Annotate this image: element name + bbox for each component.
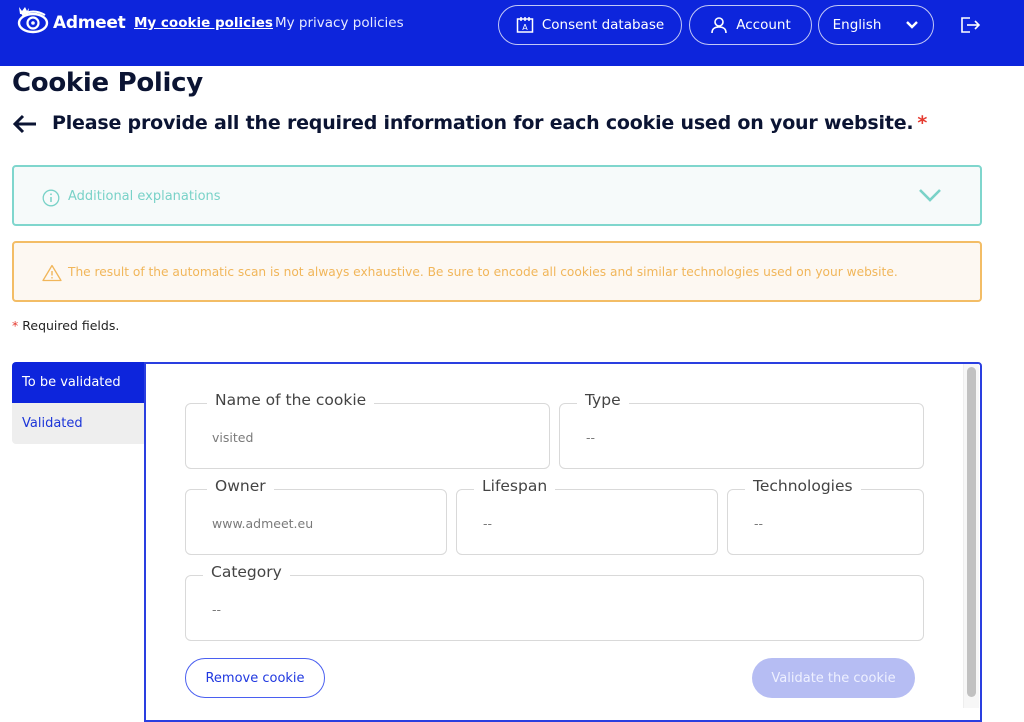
cookie-category-field[interactable]: Category --	[185, 563, 924, 641]
required-fields-text: Required fields.	[22, 318, 120, 333]
field-value: visited	[212, 430, 254, 445]
scan-warning-text: The result of the automatic scan is not …	[68, 265, 898, 279]
calendar-icon: A	[516, 17, 534, 33]
required-marker: *	[12, 318, 19, 333]
required-marker: *	[917, 112, 928, 134]
field-label: Category	[203, 563, 290, 581]
field-label: Owner	[207, 477, 274, 495]
field-value: --	[212, 602, 222, 617]
chevron-down-icon[interactable]	[917, 185, 943, 205]
scan-warning-alert: The result of the automatic scan is not …	[12, 241, 982, 302]
subtitle-text: Please provide all the required informat…	[52, 112, 914, 134]
required-fields-note: * Required fields.	[12, 318, 119, 333]
brand-logo[interactable]: Admeet	[16, 4, 126, 34]
warning-icon	[42, 264, 62, 282]
cookie-owner-field[interactable]: Owner www.admeet.eu	[185, 477, 447, 555]
user-icon	[711, 17, 728, 34]
validate-cookie-button[interactable]: Validate the cookie	[752, 658, 915, 698]
field-value: --	[483, 516, 493, 531]
page-title: Cookie Policy	[12, 68, 203, 98]
tab-label: To be validated	[22, 375, 121, 390]
field-value: --	[586, 430, 596, 445]
cookie-type-field[interactable]: Type --	[559, 391, 924, 469]
field-label: Lifespan	[474, 477, 556, 495]
info-icon	[42, 189, 60, 207]
remove-cookie-button[interactable]: Remove cookie	[185, 658, 325, 698]
cookie-lifespan-field[interactable]: Lifespan --	[456, 477, 718, 555]
brand-name: Admeet	[53, 13, 126, 33]
page-subtitle: Please provide all the required informat…	[52, 112, 927, 134]
field-label: Name of the cookie	[207, 391, 375, 409]
scrollbar-thumb[interactable]	[967, 367, 976, 697]
svg-text:A: A	[522, 23, 528, 32]
account-button[interactable]: Account	[689, 5, 812, 45]
additional-explanations-label: Additional explanations	[68, 189, 221, 204]
back-arrow-icon[interactable]	[12, 113, 38, 135]
field-value: --	[754, 516, 764, 531]
account-label: Account	[736, 17, 791, 33]
cookie-technologies-field[interactable]: Technologies --	[727, 477, 924, 555]
field-label: Type	[577, 391, 629, 409]
language-selected: English	[832, 17, 882, 33]
additional-explanations-accordion[interactable]: Additional explanations	[12, 165, 982, 226]
field-value: www.admeet.eu	[212, 516, 314, 531]
top-navigation-bar: Admeet My cookie policies My privacy pol…	[0, 0, 1024, 66]
consent-database-label: Consent database	[541, 17, 665, 33]
language-select[interactable]: English	[818, 5, 934, 45]
field-label: Technologies	[745, 477, 861, 495]
logout-icon[interactable]	[958, 13, 982, 37]
nav-my-privacy-policies[interactable]: My privacy policies	[275, 15, 404, 31]
tab-validated[interactable]: Validated	[12, 403, 145, 444]
tab-label: Validated	[22, 416, 83, 431]
nav-my-cookie-policies[interactable]: My cookie policies	[134, 15, 273, 31]
consent-database-button[interactable]: A Consent database	[498, 5, 682, 45]
cookie-name-field[interactable]: Name of the cookie visited	[185, 391, 550, 469]
chevron-down-icon	[906, 21, 919, 29]
tab-to-be-validated[interactable]: To be validated	[12, 362, 145, 403]
eye-crown-icon	[17, 7, 49, 34]
